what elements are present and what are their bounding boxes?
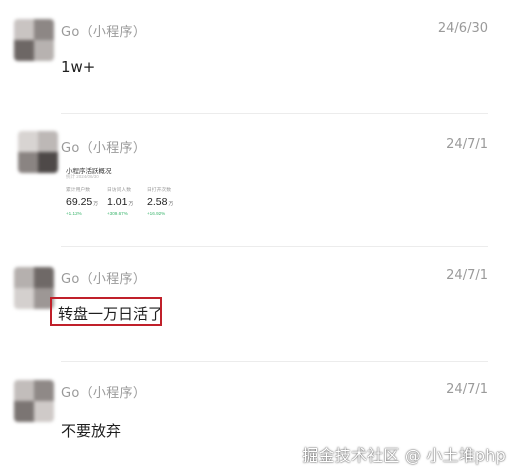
avatar[interactable] <box>14 19 54 61</box>
stat-change: +1.12% <box>66 211 82 216</box>
stat-label: 累计用户数 <box>66 188 90 193</box>
stat-value: 2.58 <box>147 196 168 208</box>
stat-value: 69.25 <box>66 196 93 208</box>
stats-card[interactable]: 小程序活跃概况 统计 2024/06/30 累计用户数 69.25万 +1.12… <box>66 165 181 223</box>
sender-name: Go（小程序） <box>61 386 147 401</box>
stat-change: +309.67% <box>107 211 128 216</box>
divider <box>61 113 488 114</box>
avatar[interactable] <box>14 380 54 422</box>
stat-label: 日打开次数 <box>147 188 171 193</box>
avatar[interactable] <box>18 131 58 173</box>
stat-daily-visitors: 日访问人数 1.01万 +309.67% <box>107 186 147 216</box>
stat-total-users: 累计用户数 69.25万 +1.12% <box>66 186 106 216</box>
highlight-box <box>50 297 162 326</box>
stat-label: 日访问人数 <box>107 188 131 193</box>
stat-value: 1.01 <box>107 196 128 208</box>
message-text: 不要放弃 <box>61 422 122 440</box>
sender-name: Go（小程序） <box>61 272 147 287</box>
chat-history-view: Go（小程序） 24/6/30 1w+ Go（小程序） 24/7/1 小程序活跃… <box>0 0 520 475</box>
avatar[interactable] <box>14 267 54 309</box>
stat-daily-opens: 日打开次数 2.58万 +16.92% <box>147 186 187 216</box>
message-time: 24/7/1 <box>446 268 488 283</box>
stat-unit: 万 <box>128 202 134 207</box>
watermark: 掘金技术社区 @ 小土堆php <box>302 446 506 465</box>
stat-change: +16.92% <box>147 211 166 216</box>
message-time: 24/7/1 <box>446 382 488 397</box>
stat-unit: 万 <box>168 202 174 207</box>
stat-unit: 万 <box>93 202 99 207</box>
divider <box>61 246 488 247</box>
sender-name: Go（小程序） <box>61 25 147 40</box>
message-time: 24/7/1 <box>446 137 488 152</box>
message-time: 24/6/30 <box>437 21 488 36</box>
message-text: 1w+ <box>61 58 96 76</box>
divider <box>61 361 488 362</box>
card-subtitle: 统计 2024/06/30 <box>66 174 99 179</box>
message-item[interactable]: Go（小程序） 24/6/30 1w+ <box>0 0 520 110</box>
sender-name: Go（小程序） <box>61 141 147 156</box>
